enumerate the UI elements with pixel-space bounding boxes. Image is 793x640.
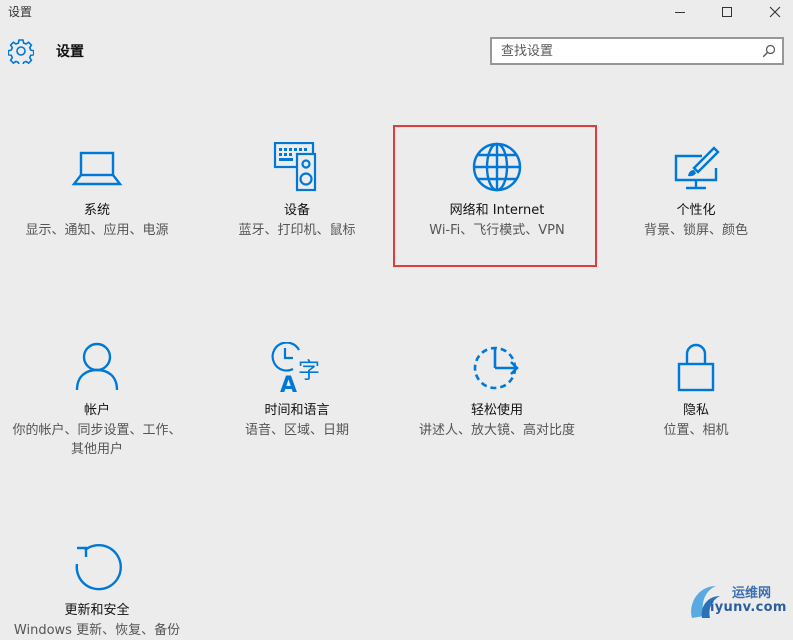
tile-description: Windows 更新、恢复、备份 xyxy=(13,623,181,638)
tile-accounts[interactable]: 帐户 你的帐户、同步设置、工作、其他用户 xyxy=(12,342,182,459)
ease-of-access-icon xyxy=(473,346,519,390)
tile-name: 网络和 Internet xyxy=(449,203,545,218)
tile-name: 系统 xyxy=(83,203,110,218)
maximize-button[interactable] xyxy=(704,0,750,24)
gear-icon xyxy=(8,39,34,64)
minimize-icon xyxy=(675,12,685,13)
search-input[interactable] xyxy=(492,39,758,63)
paintbrush-monitor-icon xyxy=(674,146,720,190)
tile-update-security[interactable]: 更新和安全 Windows 更新、恢复、备份 xyxy=(12,542,182,640)
window-title: 设置 xyxy=(8,5,33,19)
tile-privacy[interactable]: 隐私 位置、相机 xyxy=(611,342,781,440)
clock-language-icon: A 字 xyxy=(271,342,320,398)
tile-ease-of-access[interactable]: 轻松使用 讲述人、放大镜、高对比度 xyxy=(412,342,582,440)
search-box[interactable] xyxy=(490,37,784,65)
close-button[interactable] xyxy=(752,0,793,24)
tile-description: 语音、区域、日期 xyxy=(244,423,349,438)
tile-devices[interactable]: 设备 蓝牙、打印机、鼠标 xyxy=(212,142,382,240)
tile-description: 显示、通知、应用、电源 xyxy=(25,223,169,238)
tile-description: Wi-Fi、飞行模式、VPN xyxy=(429,223,565,238)
tile-name: 更新和安全 xyxy=(64,603,130,618)
tile-description: 你的帐户、同步设置、工作、其他用户 xyxy=(12,423,182,457)
maximize-icon xyxy=(722,7,732,17)
minimize-button[interactable] xyxy=(657,0,703,24)
tile-network[interactable]: 网络和 Internet Wi-Fi、飞行模式、VPN xyxy=(412,142,582,240)
svg-text:字: 字 xyxy=(298,359,320,384)
tile-personalization[interactable]: 个性化 背景、锁屏、颜色 xyxy=(611,142,781,240)
site-watermark: 运维网 iyunv.com xyxy=(686,578,790,622)
tile-name: 个性化 xyxy=(676,203,716,218)
watermark-line2: iyunv.com xyxy=(710,600,787,615)
tile-description: 蓝牙、打印机、鼠标 xyxy=(238,223,356,238)
close-icon xyxy=(769,6,781,18)
tile-time-language[interactable]: A 字 时间和语言 语音、区域、日期 xyxy=(212,342,382,440)
page-title: 设置 xyxy=(56,44,84,60)
svg-text:A: A xyxy=(280,373,297,398)
globe-icon xyxy=(472,142,522,192)
person-icon xyxy=(75,342,119,391)
app-header: 设置 xyxy=(0,24,793,80)
tile-system[interactable]: 系统 显示、通知、应用、电源 xyxy=(12,142,182,240)
tile-description: 背景、锁屏、颜色 xyxy=(643,223,748,238)
tile-name: 设备 xyxy=(283,203,310,218)
tile-description: 讲述人、放大镜、高对比度 xyxy=(418,423,575,438)
search-icon[interactable] xyxy=(762,44,776,58)
laptop-icon xyxy=(71,151,123,186)
title-bar: 设置 xyxy=(0,0,793,24)
watermark-line1: 运维网 xyxy=(732,586,772,601)
tile-description: 位置、相机 xyxy=(663,423,729,438)
keyboard-speaker-icon xyxy=(273,142,317,192)
tile-name: 时间和语言 xyxy=(264,403,330,418)
lock-icon xyxy=(677,343,715,392)
tile-name: 帐户 xyxy=(83,403,110,418)
tile-name: 隐私 xyxy=(682,403,709,418)
tile-name: 轻松使用 xyxy=(470,403,523,418)
refresh-icon xyxy=(75,543,122,591)
